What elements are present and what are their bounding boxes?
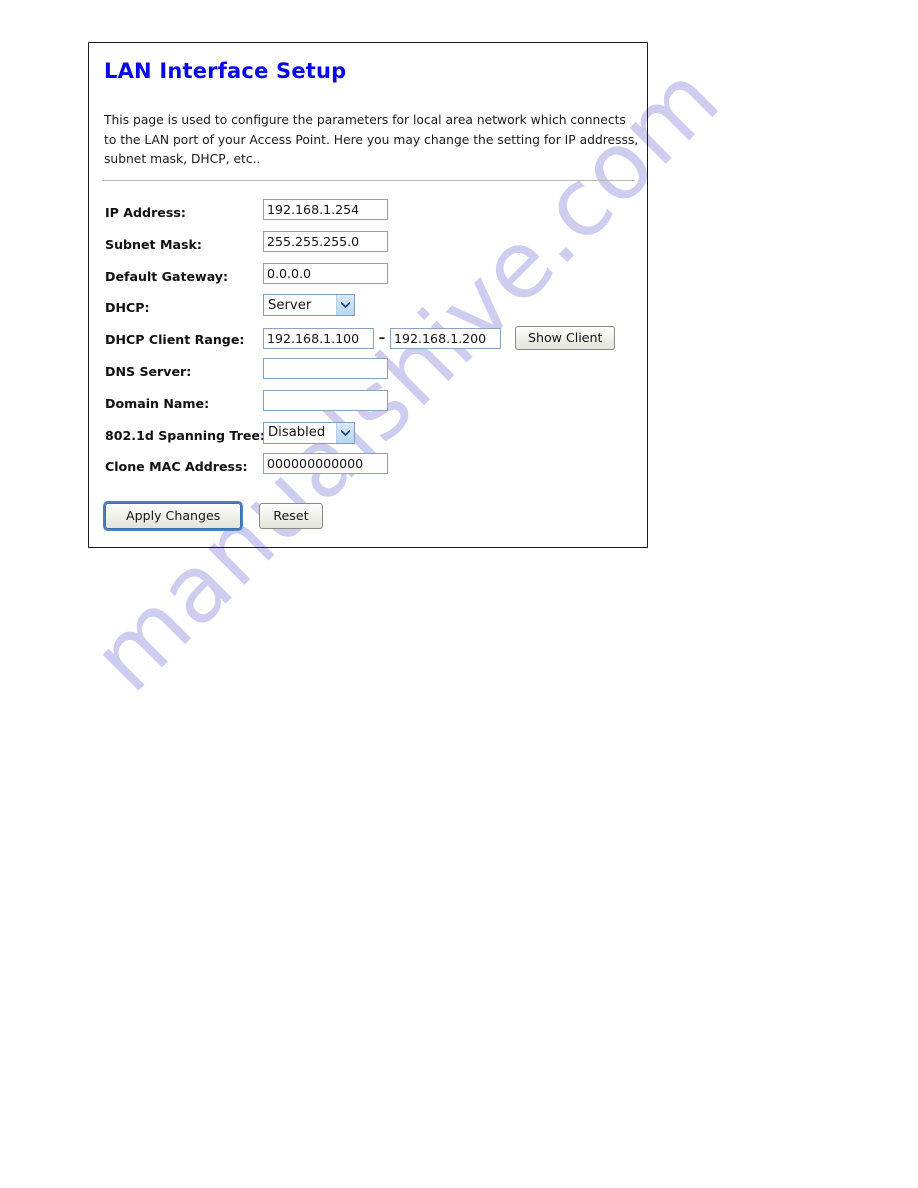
page-title: LAN Interface Setup xyxy=(104,59,347,83)
default-gateway-control xyxy=(263,262,388,284)
dhcp-range-end-input[interactable] xyxy=(390,327,501,349)
show-client-button[interactable]: Show Client xyxy=(515,326,616,351)
form-row-dhcp: DHCP: Server xyxy=(105,294,645,326)
apply-changes-button[interactable]: Apply Changes xyxy=(105,503,242,529)
form-row-default-gateway: Default Gateway: xyxy=(105,262,645,295)
subnet-mask-label: Subnet Mask: xyxy=(105,236,202,252)
section-divider xyxy=(103,180,635,181)
spanning-tree-select[interactable]: Disabled xyxy=(263,421,355,444)
dns-server-input[interactable] xyxy=(263,357,388,379)
dhcp-label: DHCP: xyxy=(105,300,150,316)
lan-interface-setup-panel: LAN Interface Setup This page is used to… xyxy=(88,42,648,548)
domain-name-control xyxy=(263,389,388,411)
dhcp-client-range-label: DHCP Client Range: xyxy=(105,332,245,348)
form-row-domain-name: Domain Name: xyxy=(105,389,645,422)
clone-mac-address-input[interactable] xyxy=(263,453,388,475)
page-description: This page is used to configure the param… xyxy=(104,113,639,166)
spanning-tree-select-value: Disabled xyxy=(268,425,326,441)
spanning-tree-control: Disabled xyxy=(263,421,355,444)
subnet-mask-control xyxy=(263,230,388,252)
form-row-clone-mac-address: Clone MAC Address: xyxy=(105,453,645,485)
form-action-bar: Apply Changes Reset xyxy=(105,503,323,529)
dhcp-client-range-control: – Show Client xyxy=(263,326,616,351)
domain-name-input[interactable] xyxy=(263,389,388,411)
clone-mac-address-label: Clone MAC Address: xyxy=(105,459,248,475)
chevron-down-icon xyxy=(336,422,354,443)
ip-address-input[interactable] xyxy=(263,199,388,220)
range-separator: – xyxy=(378,330,386,346)
clone-mac-address-control xyxy=(263,453,388,475)
default-gateway-input[interactable] xyxy=(263,262,388,284)
form-row-dns-server: DNS Server: xyxy=(105,357,645,390)
spanning-tree-label: 802.1d Spanning Tree: xyxy=(105,427,265,443)
dhcp-range-start-input[interactable] xyxy=(263,327,374,349)
dhcp-select-value: Server xyxy=(268,297,312,313)
form-row-dhcp-client-range: DHCP Client Range: – Show Client xyxy=(105,326,645,358)
default-gateway-label: Default Gateway: xyxy=(105,268,229,284)
reset-button[interactable]: Reset xyxy=(259,503,323,529)
domain-name-label: Domain Name: xyxy=(105,395,210,411)
dhcp-control: Server xyxy=(263,294,355,317)
dns-server-label: DNS Server: xyxy=(105,363,192,379)
ip-address-control xyxy=(263,199,388,220)
form-row-spanning-tree: 802.1d Spanning Tree: Disabled xyxy=(105,421,645,454)
chevron-down-icon xyxy=(336,295,354,316)
form-row-ip-address: IP Address: xyxy=(105,199,645,231)
form-row-subnet-mask: Subnet Mask: xyxy=(105,230,645,263)
lan-settings-form: IP Address: Subnet Mask: Default Gateway… xyxy=(105,199,645,485)
subnet-mask-input[interactable] xyxy=(263,230,388,252)
ip-address-label: IP Address: xyxy=(105,205,186,220)
dns-server-control xyxy=(263,357,388,379)
dhcp-select[interactable]: Server xyxy=(263,294,355,317)
